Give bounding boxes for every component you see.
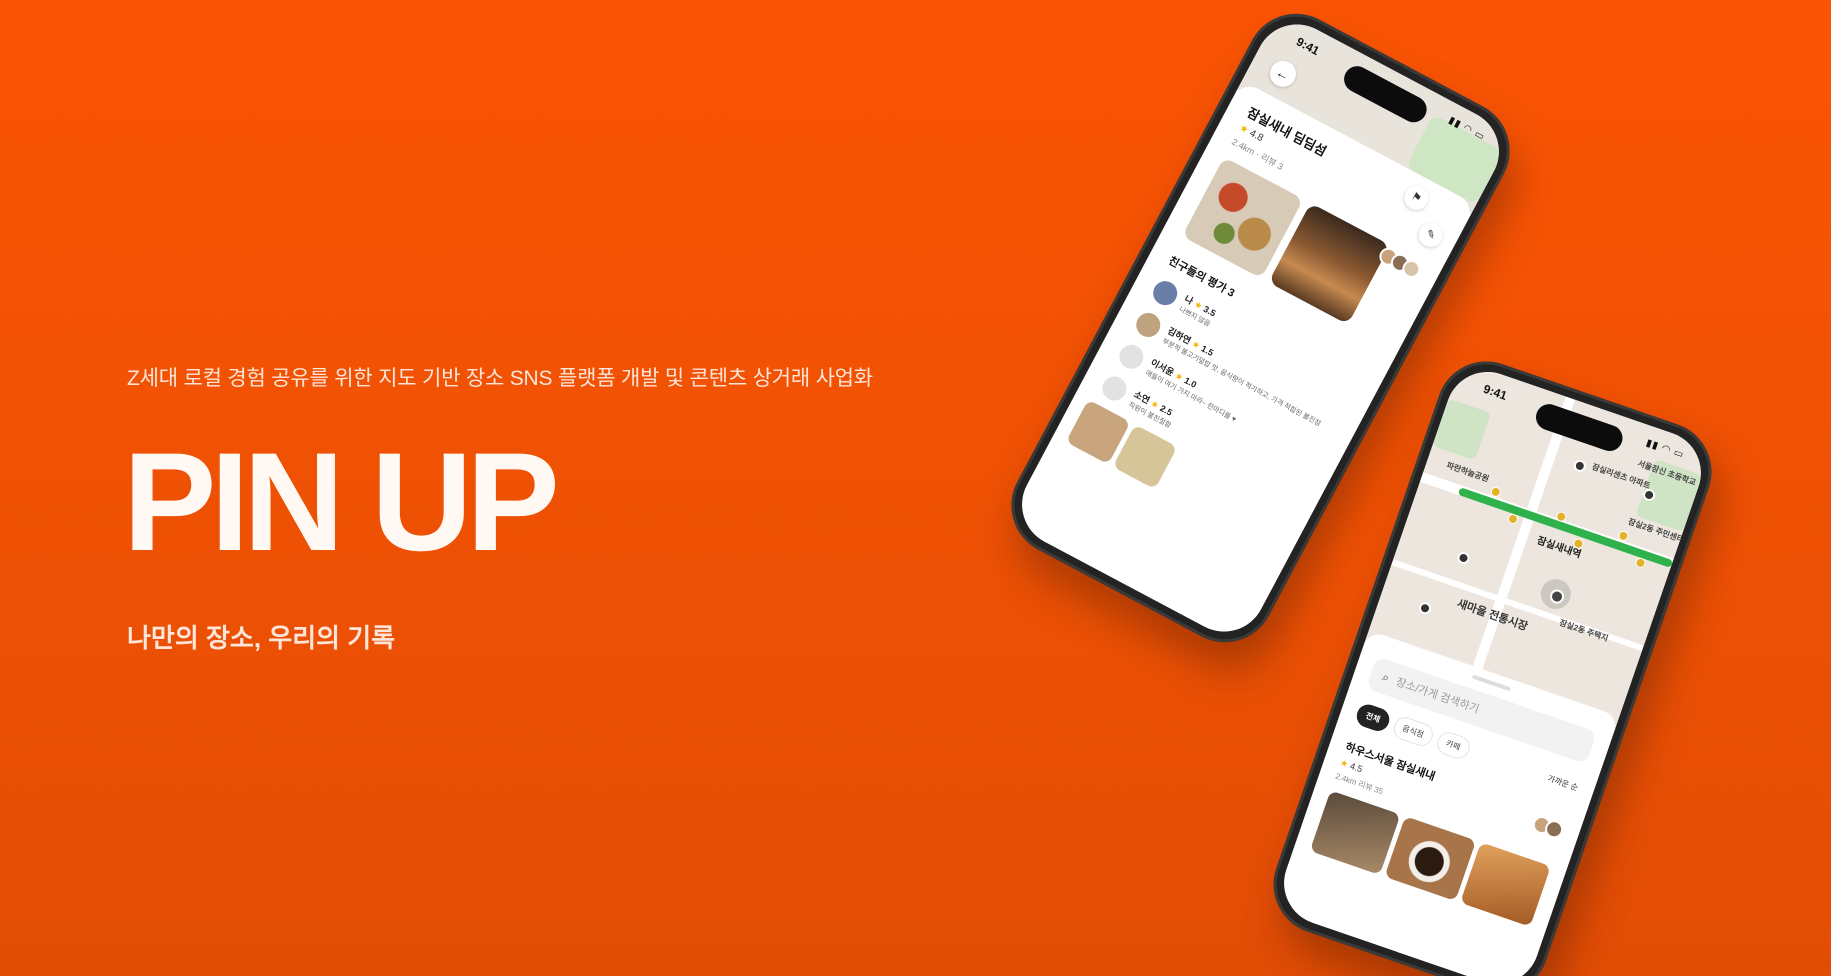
- map-label: 파란하늘공원: [1445, 460, 1491, 484]
- avatar: [1115, 340, 1148, 374]
- star-icon: ★: [1338, 757, 1350, 770]
- sort-select[interactable]: 가까운 순: [1546, 773, 1580, 794]
- map-pin[interactable]: [1417, 600, 1433, 616]
- map-pin[interactable]: [1455, 550, 1472, 566]
- hero-tagline: 나만의 장소, 우리의 기록: [127, 623, 396, 653]
- listing-photo[interactable]: [1459, 842, 1551, 927]
- map-park: [1432, 398, 1492, 461]
- map-label: 잠실2동 주택지: [1558, 618, 1610, 644]
- search-icon: ⌕: [1380, 669, 1392, 685]
- chip-all[interactable]: 전체: [1353, 701, 1393, 734]
- hero: Z세대 로컬 경험 공유를 위한 지도 기반 장소 SNS 플랫폼 개발 및 콘…: [123, 362, 873, 655]
- map-pin[interactable]: [1572, 458, 1588, 474]
- station-label: 잠실새내역: [1535, 535, 1583, 561]
- sheet-handle[interactable]: [1471, 674, 1511, 692]
- hero-title: PIN UP: [123, 423, 560, 580]
- avatar: [1148, 276, 1182, 310]
- hero-subtitle: Z세대 로컬 경험 공유를 위한 지도 기반 장소 SNS 플랫폼 개발 및 콘…: [127, 367, 873, 390]
- chip-cafe[interactable]: 카페: [1433, 729, 1473, 762]
- chip-restaurant[interactable]: 음식점: [1390, 714, 1436, 749]
- avatar: [1098, 372, 1131, 406]
- listing-photo[interactable]: [1309, 790, 1401, 876]
- search-placeholder: 장소/가게 검색하기: [1394, 676, 1481, 716]
- avatar: [1132, 308, 1165, 342]
- current-location-icon: [1536, 574, 1575, 614]
- listing-photo[interactable]: [1384, 816, 1476, 901]
